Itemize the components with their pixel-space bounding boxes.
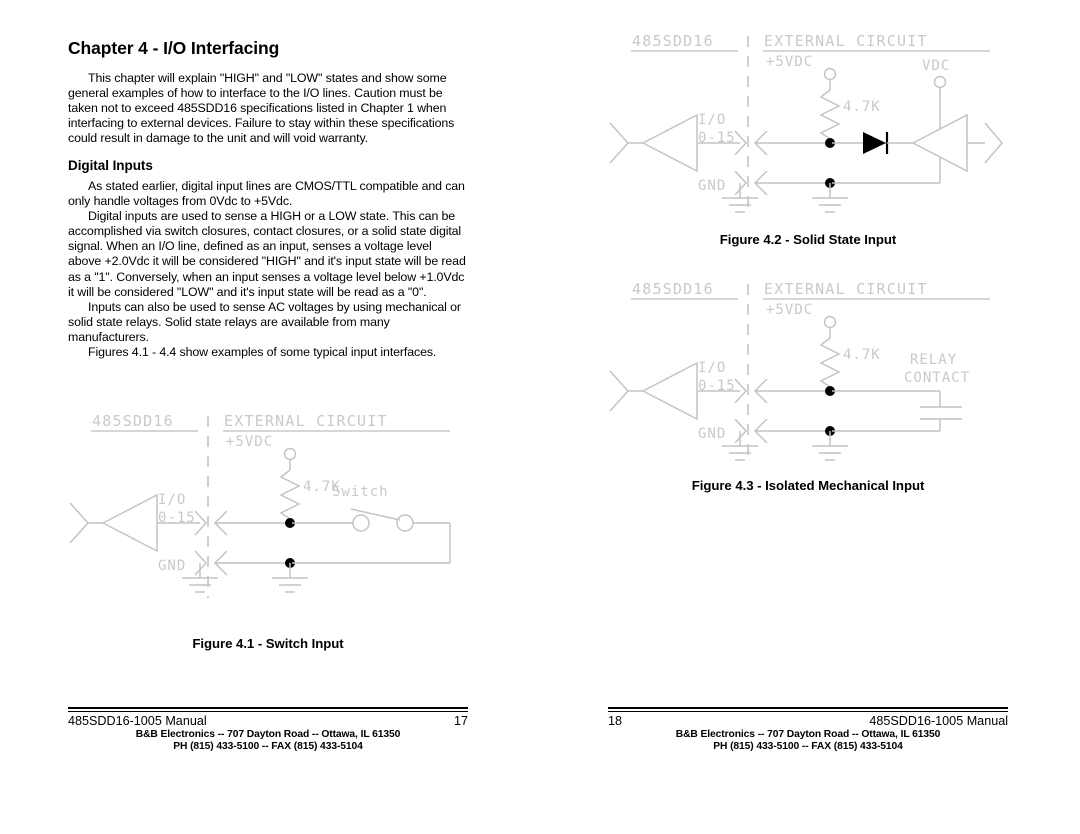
fig43-label-relay-2: CONTACT — [904, 370, 970, 386]
fig43-label-io-range: 0-15 — [698, 378, 736, 394]
fig42-label-io-range: 0-15 — [698, 130, 736, 146]
footer-manual-title: 485SDD16-1005 Manual — [68, 713, 207, 728]
fig41-supply-terminal — [283, 447, 297, 461]
fig43-label-supply: +5VDC — [766, 302, 813, 318]
fig42-label-supply: +5VDC — [766, 54, 813, 70]
fig43-label-resistor: 4.7K — [843, 347, 881, 363]
footer-rule-thin — [68, 710, 468, 712]
fig41-label-supply: +5VDC — [226, 434, 273, 450]
fig42-label-device: 485SDD16 — [632, 32, 714, 50]
page-left: Chapter 4 - I/O Interfacing This chapter… — [0, 0, 540, 834]
footer-page-number-right: 18 — [608, 713, 623, 728]
fig43-left-chevron — [609, 370, 630, 412]
fig41-label-gnd: GND — [158, 558, 186, 574]
fig42-right-chevron — [984, 122, 1003, 164]
page-right: 485SDD16 EXTERNAL CIRCUIT I/O 0-15 GND +… — [540, 0, 1080, 834]
fig41-switch-pole-left — [352, 514, 370, 532]
fig42-vdc-terminal — [933, 75, 947, 89]
fig41-label-io-range: 0-15 — [158, 510, 196, 526]
intro-paragraph: This chapter will explain "HIGH" and "LO… — [68, 71, 455, 146]
left-page-content: Chapter 4 - I/O Interfacing This chapter… — [68, 0, 468, 360]
fig42-label-resistor: 4.7K — [843, 99, 881, 115]
fig41-switch-pole-right — [396, 514, 414, 532]
figure-4-3-diagram: 485SDD16 EXTERNAL CIRCUIT I/O 0-15 GND +… — [600, 266, 1020, 471]
footer-rule-thick — [68, 707, 468, 710]
fig42-label-external: EXTERNAL CIRCUIT — [764, 32, 928, 50]
fig43-buffer-triangle — [641, 361, 698, 421]
page-title: Chapter 4 - I/O Interfacing — [68, 38, 280, 58]
section-title-digital-inputs: Digital Inputs — [68, 158, 153, 174]
footer-right: 18 485SDD16-1005 Manual B&B Electronics … — [608, 707, 1008, 754]
footer-phone-right: PH (815) 433-5100 -- FAX (815) 433-5104 — [713, 741, 903, 753]
figure-4-2-svg: 485SDD16 EXTERNAL CIRCUIT I/O 0-15 GND +… — [609, 32, 1003, 213]
fig41-resistor-zigzag — [279, 469, 301, 520]
fig41-label-switch: Switch — [332, 484, 389, 500]
figure-4-1-svg: 485SDD16 EXTERNAL CIRCUIT I/O 0-15 GND +… — [69, 412, 451, 598]
fig41-label-device: 485SDD16 — [92, 412, 174, 430]
fig41-left-chevron — [69, 502, 90, 544]
footer-left: 485SDD16-1005 Manual 17 B&B Electronics … — [68, 707, 468, 754]
figure-4-3-svg: 485SDD16 EXTERNAL CIRCUIT I/O 0-15 GND +… — [609, 280, 990, 461]
paragraph-4: Figures 4.1 - 4.4 show examples of some … — [88, 344, 437, 359]
fig41-buffer-triangle — [101, 493, 158, 553]
footer-address: B&B Electronics -- 707 Dayton Road -- Ot… — [135, 728, 401, 740]
footer-rule-thick-right — [608, 707, 1008, 710]
fig42-resistor-zigzag — [819, 89, 841, 140]
figure-4-2-caption: Figure 4.2 - Solid State Input — [719, 232, 897, 247]
figure-4-1-diagram: 485SDD16 EXTERNAL CIRCUIT I/O 0-15 GND +… — [60, 398, 480, 613]
fig42-left-chevron — [609, 122, 630, 164]
fig42-label-io: I/O — [698, 112, 726, 128]
footer-page-number: 17 — [453, 713, 468, 728]
fig43-label-io: I/O — [698, 360, 726, 376]
fig43-supply-terminal — [823, 315, 837, 329]
fig42-label-gnd: GND — [698, 178, 726, 194]
figure-4-2-diagram: 485SDD16 EXTERNAL CIRCUIT I/O 0-15 GND +… — [600, 18, 1020, 223]
fig42-label-vdc: VDC — [922, 58, 950, 74]
fig41-label-io: I/O — [158, 492, 186, 508]
figure-4-3-caption: Figure 4.3 - Isolated Mechanical Input — [691, 478, 925, 493]
fig43-label-relay-1: RELAY — [910, 352, 957, 368]
fig42-buffer-triangle — [641, 113, 698, 173]
fig43-resistor-zigzag — [819, 337, 841, 388]
footer-phone: PH (815) 433-5100 -- FAX (815) 433-5104 — [173, 741, 363, 753]
figure-4-1-caption: Figure 4.1 - Switch Input — [192, 636, 344, 651]
paragraph-2: Digital inputs are used to sense a HIGH … — [68, 209, 466, 299]
footer-line-manual: 485SDD16-1005 Manual 17 — [68, 714, 468, 728]
fig42-diode-triangle — [863, 132, 886, 154]
paragraph-3: Inputs can also be used to sense AC volt… — [68, 299, 461, 344]
fig43-label-device: 485SDD16 — [632, 280, 714, 298]
paragraph-1: As stated earlier, digital input lines a… — [68, 179, 465, 209]
fig43-label-external: EXTERNAL CIRCUIT — [764, 280, 928, 298]
fig42-supply-terminal — [823, 67, 837, 81]
footer-address-right: B&B Electronics -- 707 Dayton Road -- Ot… — [675, 728, 941, 740]
fig43-label-gnd: GND — [698, 426, 726, 442]
footer-rule-thin-right — [608, 710, 1008, 712]
footer-manual-title-right: 485SDD16-1005 Manual — [869, 713, 1008, 728]
footer-line-manual-right: 18 485SDD16-1005 Manual — [608, 714, 1008, 728]
fig41-label-external: EXTERNAL CIRCUIT — [224, 412, 388, 430]
